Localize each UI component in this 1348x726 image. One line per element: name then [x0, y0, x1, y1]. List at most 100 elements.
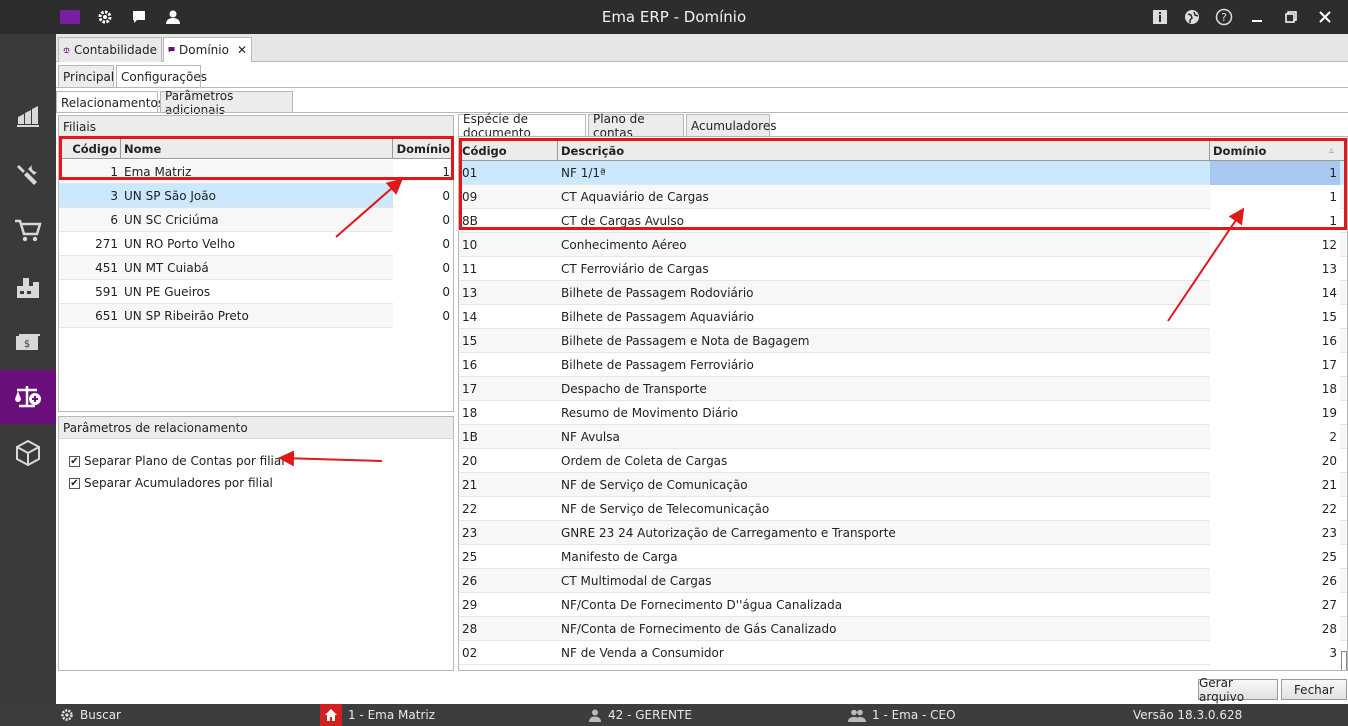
tab-parametros-adicionais[interactable]: Parâmetros adicionais	[160, 89, 293, 117]
especie-dominio-cell[interactable]: 25	[1210, 545, 1340, 569]
especie-row[interactable]: 25 Manifesto de Carga 25	[459, 545, 1347, 569]
usuario-status[interactable]: 42 - GERENTE	[588, 704, 692, 726]
fechar-button[interactable]: Fechar	[1281, 679, 1347, 700]
especie-row[interactable]: 26 CT Multimodal de Cargas 26	[459, 569, 1347, 593]
especie-dominio-cell[interactable]: 26	[1210, 569, 1340, 593]
especie-dominio-cell[interactable]: 27	[1210, 593, 1340, 617]
col-descricao[interactable]: Descrição	[558, 141, 1210, 161]
globe-icon[interactable]	[1176, 8, 1208, 26]
col-codigo[interactable]: Código	[459, 141, 558, 161]
especie-row[interactable]: 15 Bilhete de Passagem e Nota de Bagagem 1…	[459, 329, 1347, 353]
especie-row[interactable]: 8B CT de Cargas Avulso 1	[459, 209, 1347, 233]
tab-plano-contas[interactable]: Plano de contas	[588, 112, 684, 140]
especie-dominio-cell[interactable]: 1	[1210, 161, 1340, 185]
filial-row[interactable]: 6 UN SC Criciúma 0	[59, 208, 453, 232]
especie-dominio-cell[interactable]: 21	[1210, 473, 1340, 497]
filial-dominio-cell[interactable]: 0	[393, 184, 453, 208]
especie-dominio-cell[interactable]: 18	[1210, 377, 1340, 401]
especie-dominio-cell[interactable]: 13	[1210, 257, 1340, 281]
filial-dominio-cell[interactable]: 1	[393, 160, 453, 184]
tab-acumuladores[interactable]: Acumuladores	[686, 114, 776, 136]
scrollbar-thumb[interactable]	[1341, 651, 1347, 670]
tab-contabilidade[interactable]: Contabilidade	[58, 37, 162, 62]
especie-row[interactable]: 1B NF Avulsa 2	[459, 425, 1347, 449]
help-icon[interactable]: ?	[1208, 8, 1240, 26]
col-codigo[interactable]: Código	[59, 139, 121, 159]
tab-relacionamentos[interactable]: Relacionamentos	[56, 91, 164, 113]
filial-dominio-cell[interactable]: 0	[393, 304, 453, 328]
especie-row[interactable]: 02 NF de Venda a Consumidor 3	[459, 641, 1347, 665]
especie-row[interactable]: 13 Bilhete de Passagem Rodoviário 14	[459, 281, 1347, 305]
especie-row[interactable]: 21 NF de Serviço de Comunicação 21	[459, 473, 1347, 497]
separar-acumuladores-checkbox[interactable]: ✔	[69, 477, 80, 489]
especie-row[interactable]: 11 CT Ferroviário de Cargas 13	[459, 257, 1347, 281]
especie-row[interactable]: 09 CT Aquaviário de Cargas 1	[459, 185, 1347, 209]
especie-row[interactable]: 20 Ordem de Coleta de Cargas 20	[459, 449, 1347, 473]
especie-dominio-cell[interactable]: 23	[1210, 521, 1340, 545]
filial-row[interactable]: 271 UN RO Porto Velho 0	[59, 232, 453, 256]
empresa-status[interactable]: 1 - Ema Matriz	[320, 704, 435, 726]
factory-icon[interactable]	[0, 260, 56, 314]
especie-dominio-cell[interactable]: 2	[1210, 425, 1340, 449]
restore-icon[interactable]	[1274, 8, 1308, 26]
box-icon[interactable]	[0, 426, 56, 480]
filial-row[interactable]: 591 UN PE Gueiros 0	[59, 280, 453, 304]
especie-row[interactable]: 01 NF 1/1ª 1	[459, 161, 1347, 185]
col-dominio[interactable]: Domínio	[393, 139, 453, 159]
especie-dominio-cell[interactable]: 17	[1210, 353, 1340, 377]
tab-principal[interactable]: Principal	[58, 65, 114, 87]
especie-descricao: Bilhete de Passagem Rodoviário	[561, 286, 754, 300]
minimize-icon[interactable]	[1240, 8, 1274, 26]
separar-acumuladores-checkbox-row[interactable]: ✔ Separar Acumuladores por filial	[69, 476, 273, 490]
especie-dominio-cell[interactable]: 22	[1210, 497, 1340, 521]
especie-dominio-cell[interactable]: 1	[1210, 209, 1340, 233]
especie-row[interactable]: 23 GNRE 23 24 Autorização de Carregamento…	[459, 521, 1347, 545]
cart-icon[interactable]	[0, 204, 56, 258]
close-tab-icon[interactable]: ✕	[237, 43, 247, 57]
especie-dominio-cell[interactable]: 14	[1210, 281, 1340, 305]
buscar-button[interactable]: Buscar	[60, 704, 121, 726]
especie-row[interactable]: 18 Resumo de Movimento Diário 19	[459, 401, 1347, 425]
filial-dominio-cell[interactable]: 0	[393, 256, 453, 280]
info-icon[interactable]	[1144, 8, 1176, 26]
separar-plano-checkbox-row[interactable]: ✔ Separar Plano de Contas por filial	[69, 454, 285, 468]
especie-dominio-cell[interactable]: 28	[1210, 617, 1340, 641]
especie-dominio-cell[interactable]: 16	[1210, 329, 1340, 353]
scales-icon[interactable]	[0, 370, 56, 424]
filial-row[interactable]: 651 UN SP Ribeirão Preto 0	[59, 304, 453, 328]
especie-row[interactable]: 10 Conhecimento Aéreo 12	[459, 233, 1347, 257]
separar-plano-checkbox[interactable]: ✔	[69, 455, 80, 467]
sort-ascending-icon: ▵	[1328, 145, 1334, 156]
tools-icon[interactable]	[0, 148, 56, 202]
especie-row[interactable]: 14 Bilhete de Passagem Aquaviário 15	[459, 305, 1347, 329]
tab-configuracoes[interactable]: Configurações	[116, 65, 207, 87]
col-dominio[interactable]: Domínio ▵	[1210, 141, 1340, 161]
especie-dominio-cell[interactable]: 20	[1210, 449, 1340, 473]
especie-row[interactable]: 16 Bilhete de Passagem Ferroviário 17	[459, 353, 1347, 377]
money-icon[interactable]: $	[0, 316, 56, 370]
especie-row[interactable]: 29 NF/Conta De Fornecimento D''água Canal…	[459, 593, 1347, 617]
tab-especie-documento[interactable]: Espécie de documento	[458, 112, 586, 140]
filial-row[interactable]: 451 UN MT Cuiabá 0	[59, 256, 453, 280]
especie-dominio-cell[interactable]: 1	[1210, 185, 1340, 209]
filial-dominio-cell[interactable]: 0	[393, 232, 453, 256]
especie-row[interactable]: 17 Despacho de Transporte 18	[459, 377, 1347, 401]
filial-row[interactable]: 1 Ema Matriz 1	[59, 160, 453, 184]
filial-codigo: 3	[110, 189, 118, 203]
especie-dominio-cell[interactable]: 15	[1210, 305, 1340, 329]
especie-dominio-cell[interactable]: 12	[1210, 233, 1340, 257]
filial-row[interactable]: 3 UN SP São João 0	[59, 184, 453, 208]
close-icon[interactable]	[1308, 8, 1342, 26]
chart-icon[interactable]	[0, 90, 56, 144]
perfil-status[interactable]: 1 - Ema - CEO	[848, 704, 956, 726]
gerar-arquivo-button[interactable]: Gerar arquivo	[1198, 676, 1278, 704]
filial-dominio-cell[interactable]: 0	[393, 208, 453, 232]
especie-codigo: 09	[462, 190, 478, 204]
filial-dominio-cell[interactable]: 0	[393, 280, 453, 304]
especie-dominio-cell[interactable]: 19	[1210, 401, 1340, 425]
especie-dominio-cell[interactable]: 3	[1210, 641, 1340, 665]
especie-row[interactable]: 28 NF/Conta de Fornecimento de Gás Canali…	[459, 617, 1347, 641]
tab-dominio[interactable]: Domínio ✕	[163, 37, 252, 62]
col-nome[interactable]: Nome	[121, 139, 393, 159]
especie-row[interactable]: 22 NF de Serviço de Telecomunicação 22	[459, 497, 1347, 521]
